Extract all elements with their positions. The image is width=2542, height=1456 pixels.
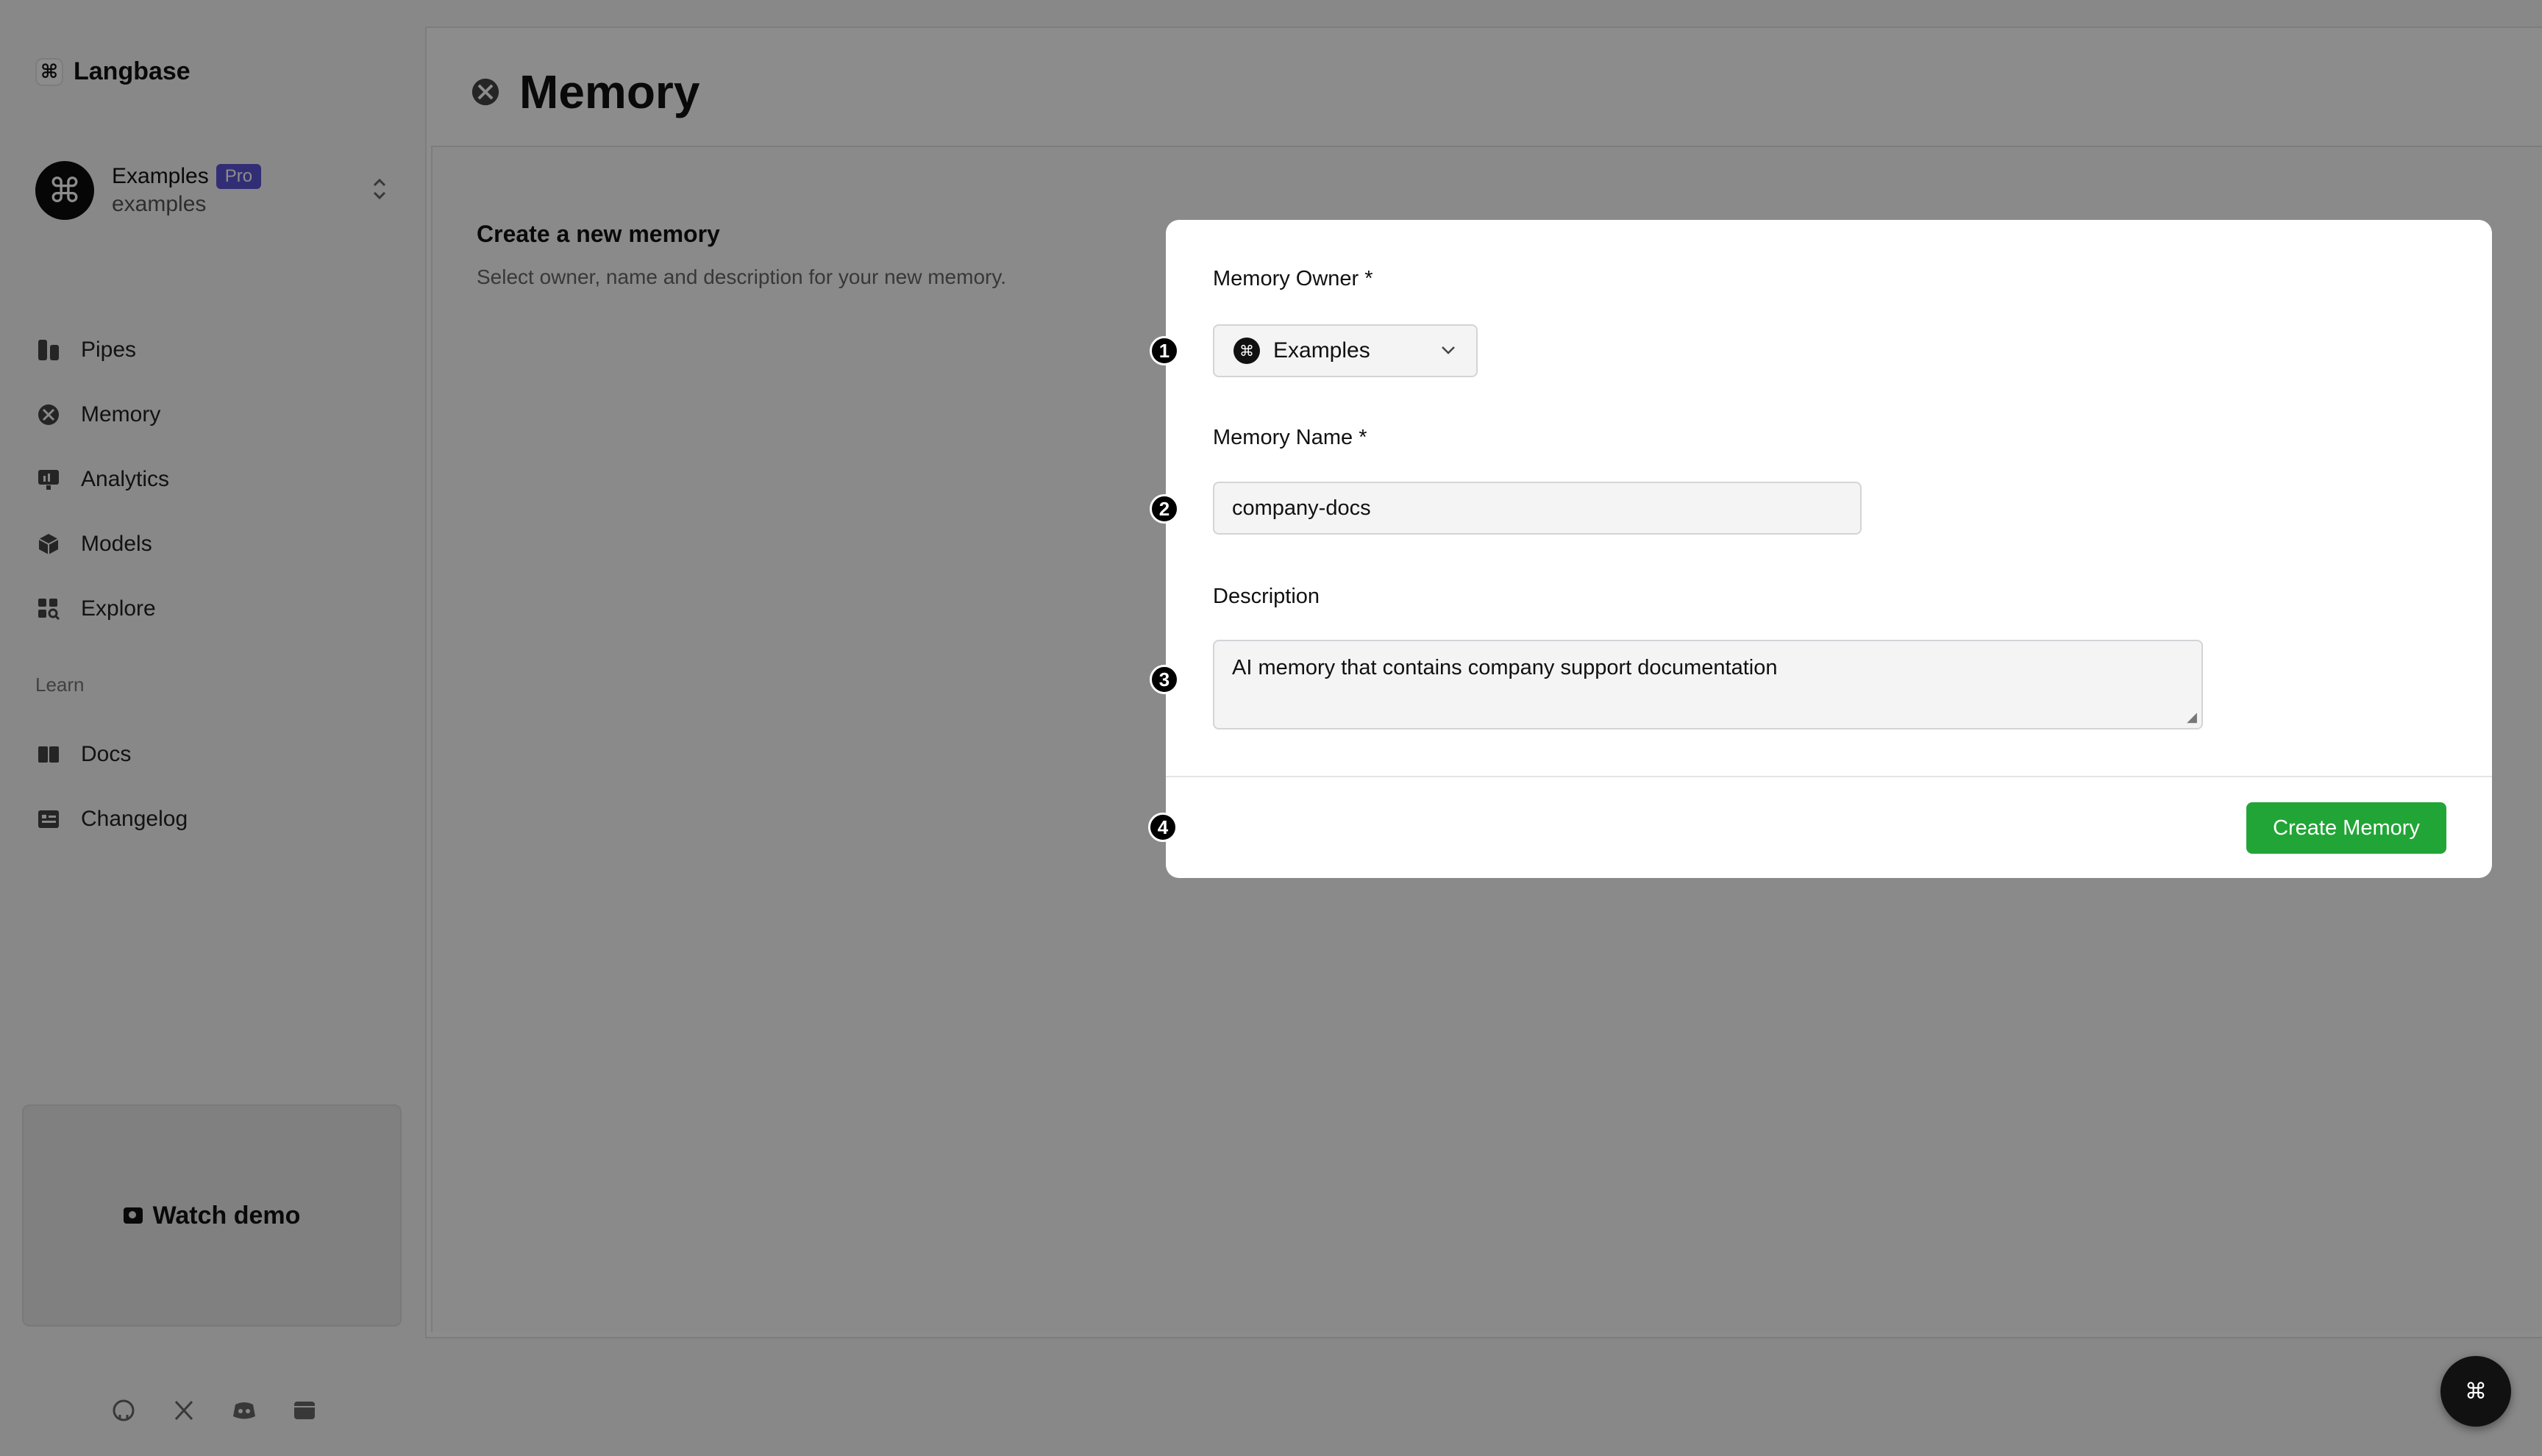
memory-owner-select[interactable]: ⌘ Examples bbox=[1213, 324, 1478, 377]
memory-owner-label: Memory Owner * bbox=[1213, 267, 1373, 290]
owner-select-value: Examples bbox=[1273, 338, 1370, 363]
divider bbox=[1166, 776, 2492, 777]
description-textarea[interactable]: AI memory that contains company support … bbox=[1213, 640, 2203, 729]
memory-name-label: Memory Name * bbox=[1213, 426, 1367, 449]
chevron-down-icon bbox=[1439, 340, 1457, 361]
step-marker-2: 2 bbox=[1150, 494, 1179, 524]
description-label: Description bbox=[1213, 585, 1320, 608]
memory-name-input[interactable]: company-docs bbox=[1213, 482, 1862, 535]
step-marker-3: 3 bbox=[1150, 665, 1179, 694]
owner-avatar: ⌘ bbox=[1233, 338, 1260, 364]
step-marker-1: 1 bbox=[1150, 336, 1179, 365]
resize-handle-icon[interactable]: ◢ bbox=[2187, 710, 2197, 725]
step-marker-4: 4 bbox=[1148, 813, 1178, 842]
create-memory-form: Memory Owner * ⌘ Examples Memory Name * … bbox=[1166, 220, 2492, 878]
command-menu-button[interactable]: ⌘ bbox=[2440, 1356, 2511, 1427]
create-memory-button[interactable]: Create Memory bbox=[2246, 802, 2446, 854]
description-value: AI memory that contains company support … bbox=[1232, 656, 1778, 679]
